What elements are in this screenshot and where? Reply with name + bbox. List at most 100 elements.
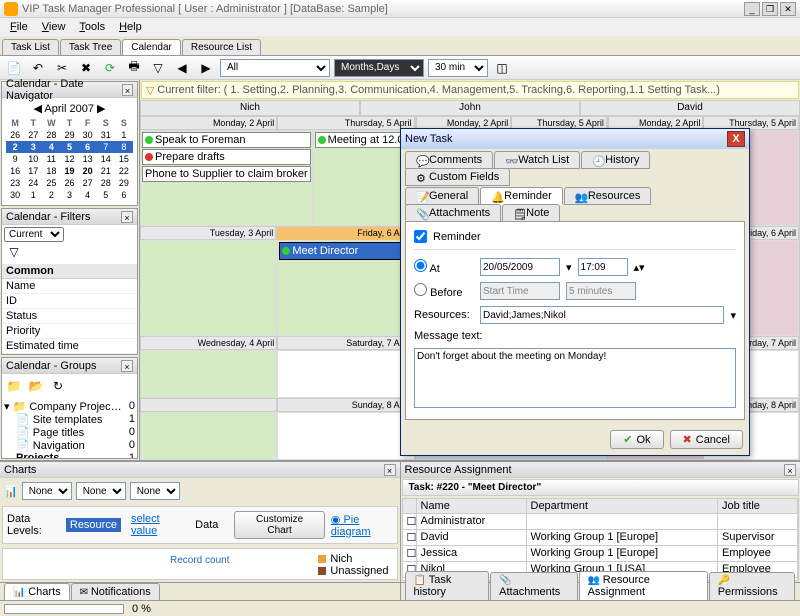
next-icon[interactable]: ▶ — [196, 58, 216, 78]
tab-task-history[interactable]: 📋 Task history — [405, 571, 490, 600]
undo-icon[interactable]: ↶ — [28, 58, 48, 78]
minimize-button[interactable]: _ — [744, 2, 760, 16]
print-icon[interactable]: 🖶 — [124, 58, 144, 78]
day-cell[interactable]: Speak to Foreman Prepare drafts Phone to… — [140, 130, 313, 226]
event[interactable]: Meeting at 12.00 — [315, 132, 413, 148]
before-radio[interactable] — [414, 283, 427, 296]
at-radio[interactable] — [414, 259, 427, 272]
table-row[interactable]: ☐JessicaWorking Group 1 [Europe]Employee — [403, 546, 799, 562]
history-icon: 🕘 — [592, 155, 602, 165]
tab-resource-assignment[interactable]: 👥 Resource Assignment — [579, 571, 708, 600]
message-textarea[interactable]: Don't forget about the meeting on Monday… — [414, 348, 736, 408]
period-select[interactable]: Months,Days — [334, 59, 424, 77]
pie-link[interactable]: ◉ Pie diagram — [331, 513, 393, 538]
new-icon[interactable]: 📄 — [4, 58, 24, 78]
charts-panel: Charts× 📊 None None None Data Levels: Re… — [0, 462, 401, 600]
dlgtab-history[interactable]: 🕘History — [581, 151, 650, 169]
dlgtab-note[interactable]: 🗒Note — [502, 204, 560, 222]
filter-icon[interactable]: ▽ — [146, 84, 154, 97]
day-cell[interactable]: Meet Director — [277, 240, 414, 336]
view-icon[interactable]: ◫ — [492, 58, 512, 78]
cancel-button[interactable]: ✖Cancel — [670, 430, 743, 449]
main-tabs: Task List Task Tree Calendar Resource Li… — [0, 36, 800, 56]
refresh-icon[interactable]: ⟳ — [100, 58, 120, 78]
filter-tool-icon[interactable]: ▽ — [4, 242, 24, 262]
prev-icon[interactable]: ◀ — [172, 58, 192, 78]
time-input[interactable] — [578, 258, 628, 276]
event[interactable]: Phone to Supplier to claim broker — [142, 166, 311, 182]
reminder-checkbox[interactable] — [414, 230, 427, 243]
nav-title: Calendar - Date Navigator — [6, 78, 122, 102]
maximize-button[interactable]: ❐ — [762, 2, 778, 16]
panel-close-icon[interactable]: × — [121, 211, 133, 223]
dialog-titlebar[interactable]: New Task X — [401, 129, 749, 149]
chart-sel1[interactable]: None — [22, 482, 72, 500]
panel-close-icon[interactable]: × — [384, 464, 396, 476]
start-time-input — [480, 282, 560, 300]
menu-file[interactable]: File — [4, 19, 34, 35]
dialog-close-button[interactable]: X — [727, 131, 745, 147]
tab-task-list[interactable]: Task List — [2, 39, 59, 55]
tab-notifications[interactable]: ✉ Notifications — [71, 583, 160, 600]
chart-legend: Nich Unassigned — [318, 553, 388, 577]
panel-close-icon[interactable]: × — [121, 360, 133, 372]
table-row[interactable]: ☐DavidWorking Group 1 [Europe]Supervisor — [403, 530, 799, 546]
level-select[interactable]: select value — [127, 512, 185, 538]
prop-row[interactable]: Name — [2, 279, 137, 294]
dlgtab-resources[interactable]: 👥Resources — [564, 187, 652, 205]
chart-sel2[interactable]: None — [76, 482, 126, 500]
close-button[interactable]: ✕ — [780, 2, 796, 16]
tab-calendar[interactable]: Calendar — [122, 39, 181, 55]
level-resource[interactable]: Resource — [66, 518, 121, 532]
time-spinner-icon[interactable]: ▴▾ — [634, 261, 645, 274]
prop-row[interactable]: Estimated time — [2, 339, 137, 354]
chart-sel3[interactable]: None — [130, 482, 180, 500]
dropdown-icon[interactable]: ▾ — [730, 309, 736, 322]
event[interactable]: Speak to Foreman — [142, 132, 311, 148]
chart-body: Record count Nich Unassigned — [2, 548, 398, 580]
dlgtab-watch[interactable]: 👓Watch List — [494, 151, 580, 169]
tab-resource-list[interactable]: Resource List — [182, 39, 261, 55]
group-tool-icon[interactable]: 📂 — [26, 376, 46, 396]
cut-icon[interactable]: ✂ — [52, 58, 72, 78]
filter-select[interactable]: Current — [4, 227, 64, 242]
filter-icon[interactable]: ▽ — [148, 58, 168, 78]
prop-row[interactable]: ID — [2, 294, 137, 309]
group-tool-icon[interactable]: 📁 — [4, 376, 24, 396]
day-cell[interactable] — [140, 240, 277, 336]
menu-help[interactable]: Help — [113, 19, 148, 35]
delete-icon[interactable]: ✖ — [76, 58, 96, 78]
nav-month[interactable]: ◀ April 2007 ▶ — [6, 102, 133, 115]
mini-calendar[interactable]: MTWTFSS 2627282930311 2345678 9101112131… — [6, 117, 133, 201]
panel-close-icon[interactable]: × — [784, 464, 796, 476]
event-selected[interactable]: Meet Director — [279, 242, 412, 260]
ok-button[interactable]: ✔Ok — [610, 430, 663, 449]
tab-permissions[interactable]: 🔑 Permissions — [709, 572, 795, 600]
level-data[interactable]: Data — [191, 518, 222, 532]
dlgtab-comments[interactable]: 💬Comments — [405, 151, 493, 169]
dlgtab-reminder[interactable]: 🔔Reminder — [480, 187, 563, 205]
scope-select[interactable]: All — [220, 59, 330, 77]
date-picker-icon[interactable]: ▾ — [566, 261, 572, 274]
dlgtab-attachments[interactable]: 📎Attachments — [405, 204, 501, 222]
event[interactable]: Prepare drafts — [142, 149, 311, 165]
group-tool-icon[interactable]: ↻ — [48, 376, 68, 396]
date-input[interactable] — [480, 258, 560, 276]
groups-tree[interactable]: ▾ 📁 Company Projects - USA -0 📄 Site tem… — [2, 398, 137, 459]
common-header[interactable]: Common — [2, 264, 137, 279]
prop-row[interactable]: Status — [2, 309, 137, 324]
prop-row[interactable]: Priority — [2, 324, 137, 339]
tab-task-tree[interactable]: Task Tree — [60, 39, 121, 55]
dlgtab-general[interactable]: 📝General — [405, 187, 479, 205]
panel-close-icon[interactable]: × — [122, 84, 133, 96]
menu-view[interactable]: View — [36, 19, 72, 35]
customize-chart-button[interactable]: Customize Chart — [234, 511, 324, 539]
interval-select[interactable]: 30 min — [428, 59, 488, 77]
chart-type-icon[interactable]: 📊 — [4, 485, 18, 498]
tab-charts[interactable]: 📊 Charts — [4, 583, 70, 600]
menu-tools[interactable]: Tools — [73, 19, 111, 35]
table-row[interactable]: ☐Administrator — [403, 514, 799, 530]
resources-input[interactable] — [480, 306, 724, 324]
tab-attachments[interactable]: 📎 Attachments — [490, 572, 577, 600]
dlgtab-custom[interactable]: ⚙Custom Fields — [405, 168, 510, 186]
